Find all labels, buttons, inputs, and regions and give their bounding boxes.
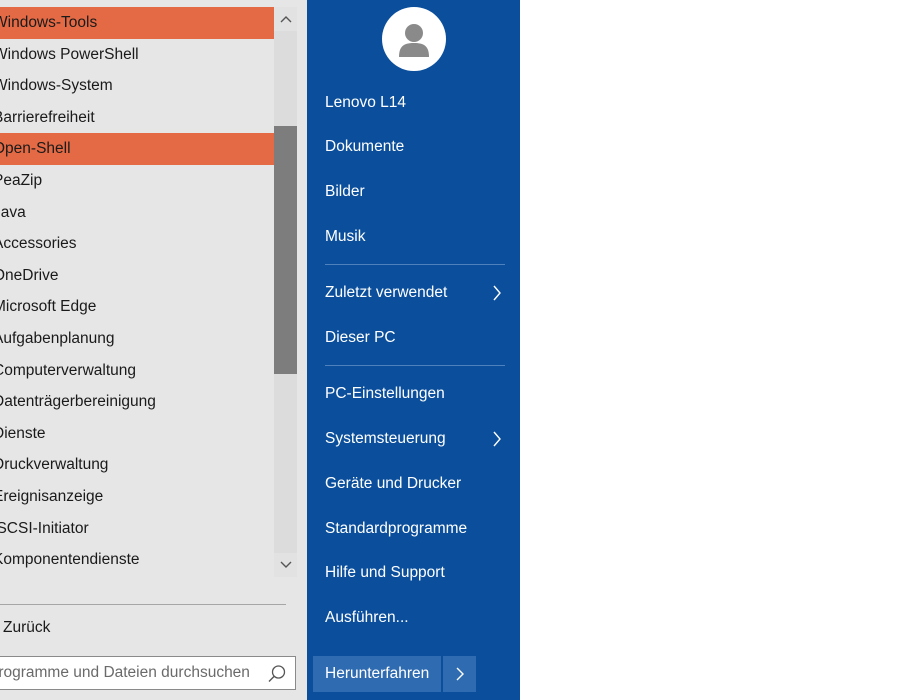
program-list-item[interactable]: iSCSI-Initiator: [0, 513, 274, 545]
program-label: Datenträgerbereinigung: [0, 393, 156, 411]
scrollbar[interactable]: [274, 7, 297, 577]
program-label: Komponentendienste: [0, 551, 140, 569]
places-pane: Lenovo L14 Dokumente Bilder Musik Zuletz…: [307, 0, 520, 700]
program-label: Microsoft Edge: [0, 298, 97, 316]
program-label: Dienste: [0, 424, 46, 442]
chevron-right-icon: [493, 285, 501, 301]
program-list-item[interactable]: OneDrive: [0, 260, 274, 292]
chevron-right-icon: [456, 667, 464, 681]
scroll-up-button[interactable]: [274, 7, 297, 31]
menu-item-documents[interactable]: Dokumente: [325, 132, 515, 162]
search-icon[interactable]: [267, 664, 287, 684]
program-list-item[interactable]: Open-Shell: [0, 133, 274, 165]
program-label: Windows-Tools: [0, 14, 98, 31]
program-list-item[interactable]: Microsoft Edge: [0, 291, 274, 323]
scroll-down-button[interactable]: [274, 553, 297, 577]
chevron-up-icon: [280, 16, 291, 23]
menu-item-control-panel[interactable]: Systemsteuerung: [325, 424, 515, 454]
divider: [325, 264, 505, 265]
shutdown-button[interactable]: Herunterfahren: [313, 656, 441, 692]
back-button[interactable]: Zurück: [0, 612, 290, 644]
program-label: Barrierefreiheit: [0, 108, 95, 126]
program-label: Windows PowerShell: [0, 45, 139, 63]
menu-item-pictures-label: Bilder: [325, 183, 365, 200]
menu-item-help[interactable]: Hilfe und Support: [325, 558, 515, 588]
program-label: OneDrive: [0, 266, 59, 284]
program-list-item[interactable]: Java: [0, 197, 274, 229]
menu-item-recent-label: Zuletzt verwendet: [325, 284, 448, 301]
program-label: PeaZip: [0, 172, 43, 189]
menu-item-recent[interactable]: Zuletzt verwendet: [325, 278, 515, 308]
program-label: Open-Shell: [0, 140, 71, 158]
menu-item-this-pc[interactable]: Dieser PC: [325, 323, 515, 353]
program-list-item[interactable]: Barrierefreiheit: [0, 102, 274, 134]
program-list-item[interactable]: Komponentendienste: [0, 544, 274, 576]
menu-item-devices[interactable]: Geräte und Drucker: [325, 469, 515, 499]
program-label: Accessories: [0, 235, 77, 253]
program-list-item[interactable]: Windows-System: [0, 70, 274, 102]
program-label: iSCSI-Initiator: [0, 519, 89, 537]
program-list-item[interactable]: Dienste: [0, 418, 274, 450]
program-list-item[interactable]: Aufgabenplanung: [0, 323, 274, 355]
divider: [0, 604, 286, 605]
search-input[interactable]: Programme und Dateien durchsuchen: [0, 657, 261, 689]
menu-item-help-label: Hilfe und Support: [325, 564, 445, 581]
program-list-item[interactable]: Datenträgerbereinigung: [0, 386, 274, 418]
back-label: Zurück: [3, 619, 51, 636]
menu-item-music[interactable]: Musik: [325, 222, 515, 252]
program-list-item[interactable]: Druckverwaltung: [0, 449, 274, 481]
menu-item-music-label: Musik: [325, 228, 366, 245]
program-label: Druckverwaltung: [0, 456, 109, 474]
menu-item-run[interactable]: Ausführen...: [325, 603, 515, 633]
program-pane: Windows-Tools Windows PowerShell Windows-S…: [0, 0, 307, 700]
avatar[interactable]: [382, 7, 446, 71]
chevron-right-icon: [493, 431, 501, 447]
program-list-item[interactable]: Accessories: [0, 228, 274, 260]
menu-item-default-programs-label: Standardprogramme: [325, 520, 468, 537]
menu-item-user[interactable]: Lenovo L14: [325, 88, 515, 118]
program-label: Ereignisanzeige: [0, 488, 104, 505]
chevron-down-icon: [280, 561, 291, 568]
menu-item-control-panel-label: Systemsteuerung: [325, 430, 446, 447]
scroll-track[interactable]: [274, 31, 297, 553]
program-list-item[interactable]: Windows-Tools: [0, 7, 274, 39]
menu-item-this-pc-label: Dieser PC: [325, 329, 396, 346]
menu-item-devices-label: Geräte und Drucker: [325, 475, 462, 492]
user-icon: [399, 24, 429, 57]
scroll-thumb[interactable]: [274, 126, 297, 374]
menu-item-user-label: Lenovo L14: [325, 94, 407, 111]
search-placeholder: Programme und Dateien durchsuchen: [0, 664, 250, 681]
program-label: Computerverwaltung: [0, 361, 137, 379]
program-label: Java: [0, 203, 26, 221]
program-list-item[interactable]: Windows PowerShell: [0, 39, 274, 71]
program-list: Windows-Tools Windows PowerShell Windows-S…: [0, 0, 274, 577]
program-label: Windows-System: [0, 77, 113, 95]
divider: [325, 365, 505, 366]
menu-item-documents-label: Dokumente: [325, 138, 405, 155]
program-label: Aufgabenplanung: [0, 330, 115, 347]
shutdown-label: Herunterfahren: [325, 665, 430, 682]
program-list-item[interactable]: Ereignisanzeige: [0, 481, 274, 513]
shutdown-options-button[interactable]: [443, 656, 476, 692]
menu-item-pictures[interactable]: Bilder: [325, 177, 515, 207]
menu-item-default-programs[interactable]: Standardprogramme: [325, 514, 515, 544]
program-list-item[interactable]: PeaZip: [0, 165, 274, 197]
menu-item-pc-settings[interactable]: PC-Einstellungen: [325, 379, 515, 409]
search-box[interactable]: Programme und Dateien durchsuchen: [0, 656, 296, 690]
program-list-item[interactable]: Computerverwaltung: [0, 355, 274, 387]
menu-item-pc-settings-label: PC-Einstellungen: [325, 385, 445, 402]
menu-item-run-label: Ausführen...: [325, 609, 409, 626]
